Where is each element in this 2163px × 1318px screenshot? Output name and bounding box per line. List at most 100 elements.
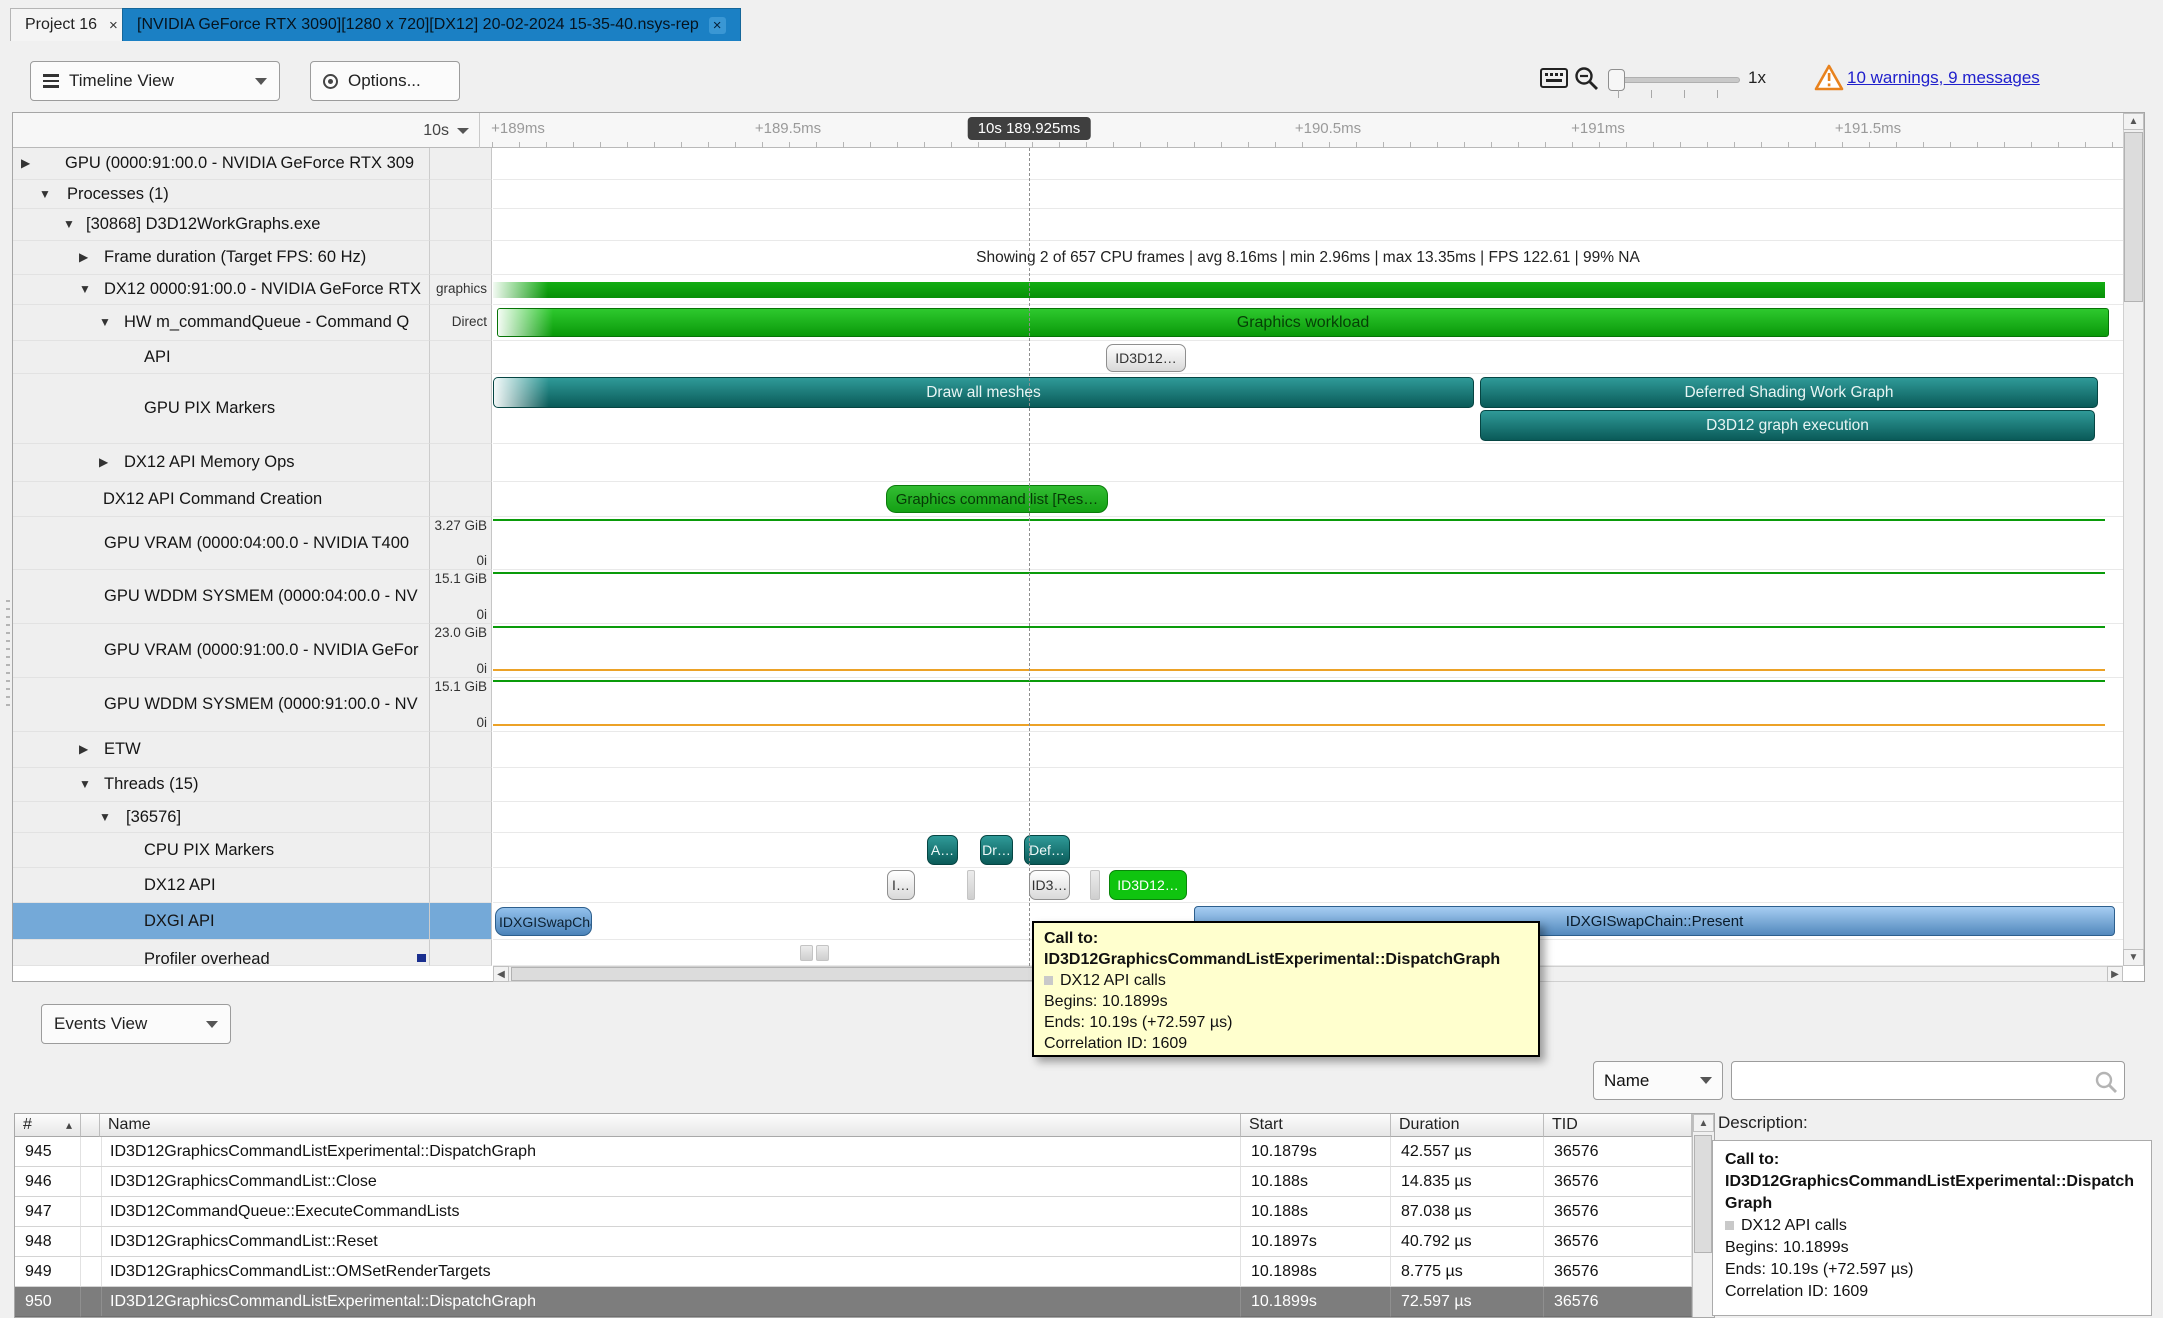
tree-row-gpu-vram-0000-04-00-0-nvidia-t[interactable]: GPU VRAM (0000:04:00.0 - NVIDIA T400 — [13, 517, 429, 570]
timeline-bar-a-[interactable]: A… — [927, 835, 958, 865]
table-row[interactable]: 945ID3D12GraphicsCommandListExperimental… — [15, 1137, 1692, 1167]
tree-row--30868-d3d12workgraphs-exe[interactable]: ▼[30868] D3D12WorkGraphs.exe — [13, 209, 429, 241]
events-scroll-up-icon[interactable]: ▲ — [1693, 1114, 1714, 1132]
timeline-row-track[interactable]: ID3D12… — [493, 341, 2123, 374]
tree-row-dxgi-api[interactable]: DXGI API — [13, 903, 429, 940]
timeline-bar[interactable] — [493, 282, 2105, 298]
tree-collapse-icon[interactable]: ▼ — [39, 187, 51, 201]
column-header-name[interactable]: Name — [100, 1114, 1241, 1137]
timeline-bar-def-[interactable]: Def… — [1024, 835, 1070, 865]
h-scroll-right-icon[interactable]: ▶ — [2107, 966, 2123, 982]
timeline-bar-graphics-workload[interactable]: Graphics workload — [497, 308, 2109, 337]
ruler-time-origin[interactable]: 10s — [13, 113, 480, 148]
timeline-row-track[interactable] — [493, 517, 2123, 570]
timeline-ruler[interactable]: 10s 10s 189.925ms +189ms+189.5ms+190.5ms… — [13, 113, 2144, 148]
tree-collapse-icon[interactable]: ▼ — [63, 217, 75, 231]
panel-drag-handle[interactable] — [6, 600, 10, 710]
timeline-row-track[interactable] — [493, 275, 2123, 305]
table-row[interactable]: 946ID3D12GraphicsCommandList::Close10.18… — [15, 1167, 1692, 1197]
tree-row-processes-1-[interactable]: ▼Processes (1) — [13, 180, 429, 209]
tree-row-threads-15-[interactable]: ▼Threads (15) — [13, 768, 429, 802]
tree-expand-icon[interactable]: ▶ — [79, 250, 88, 264]
timeline-bar-id3d12-[interactable]: ID3D12… — [1106, 344, 1186, 372]
table-row[interactable]: 950ID3D12GraphicsCommandListExperimental… — [15, 1287, 1692, 1317]
events-scrollbar-thumb[interactable] — [1694, 1135, 1712, 1253]
timeline-bar[interactable] — [967, 870, 975, 900]
v-scrollbar-thumb[interactable] — [2124, 132, 2143, 302]
options-button[interactable]: Options... — [310, 61, 460, 101]
table-row[interactable]: 947ID3D12CommandQueue::ExecuteCommandLis… — [15, 1197, 1692, 1227]
tree-row-dx12-0000-91-00-0-nvidia-gefor[interactable]: ▼DX12 0000:91:00.0 - NVIDIA GeForce RTX — [13, 275, 429, 305]
tree-row-etw[interactable]: ▶ETW — [13, 732, 429, 768]
v-scroll-up-icon[interactable]: ▲ — [2123, 113, 2144, 130]
tab-report[interactable]: [NVIDIA GeForce RTX 3090][1280 x 720][DX… — [122, 8, 741, 41]
timeline-bar-id3d12-[interactable]: ID3D12… — [1109, 870, 1187, 900]
timeline-row-track[interactable]: Graphics workload — [493, 305, 2123, 341]
tree-collapse-icon[interactable]: ▼ — [99, 315, 111, 329]
tree-row-dx12-api[interactable]: DX12 API — [13, 868, 429, 903]
tree-expand-icon[interactable]: ▶ — [21, 156, 30, 170]
timeline-bar-d3d12-graph-execution[interactable]: D3D12 graph execution — [1480, 410, 2095, 441]
timeline-row-track[interactable] — [493, 624, 2123, 678]
timeline-row-track[interactable]: Showing 2 of 657 CPU frames | avg 8.16ms… — [493, 241, 2123, 275]
zoom-slider-track[interactable] — [1612, 77, 1740, 83]
column-header-indent[interactable] — [81, 1114, 100, 1137]
column-header-duration[interactable]: Duration — [1391, 1114, 1544, 1137]
timeline-row-track[interactable]: I… ID3… ID3D12… — [493, 868, 2123, 903]
timeline-bar[interactable] — [816, 945, 829, 961]
timeline-row-track[interactable] — [493, 768, 2123, 802]
h-scroll-left-icon[interactable]: ◀ — [493, 966, 509, 982]
timeline-bar-deferred-shading-work-graph[interactable]: Deferred Shading Work Graph — [1480, 377, 2098, 408]
timeline-bar-dr-[interactable]: Dr… — [980, 835, 1013, 865]
tree-row-profiler-overhead[interactable]: Profiler overhead — [13, 940, 429, 966]
tree-row-gpu-vram-0000-91-00-0-nvidia-g[interactable]: GPU VRAM (0000:91:00.0 - NVIDIA GeFor — [13, 624, 429, 678]
keyboard-icon[interactable] — [1540, 68, 1568, 93]
timeline-row-track[interactable]: Draw all meshesDeferred Shading Work Gra… — [493, 374, 2123, 444]
tree-row-gpu-0000-91-00-0-nvidia-geforc[interactable]: ▶GPU (0000:91:00.0 - NVIDIA GeForce RTX … — [13, 148, 429, 180]
view-selector-dropdown[interactable]: Timeline View — [30, 61, 280, 101]
zoom-out-icon[interactable] — [1574, 66, 1600, 97]
tree-row-dx12-api-command-creation[interactable]: DX12 API Command Creation — [13, 482, 429, 517]
tree-row-gpu-pix-markers[interactable]: GPU PIX Markers — [13, 374, 429, 444]
timeline-row-track[interactable] — [493, 570, 2123, 624]
timeline-row-track[interactable] — [493, 209, 2123, 241]
events-v-scrollbar[interactable]: ▲ — [1692, 1114, 1714, 1317]
timeline-bar-id3-[interactable]: ID3… — [1029, 870, 1070, 900]
tree-row-cpu-pix-markers[interactable]: CPU PIX Markers — [13, 833, 429, 868]
events-view-dropdown[interactable]: Events View — [41, 1004, 231, 1044]
tree-expand-icon[interactable]: ▶ — [99, 455, 108, 469]
tree-row-dx12-api-memory-ops[interactable]: ▶DX12 API Memory Ops — [13, 444, 429, 482]
zoom-slider-handle[interactable] — [1608, 69, 1625, 91]
search-input[interactable] — [1738, 1064, 2088, 1097]
tree-row-frame-duration-target-fps-60-h[interactable]: ▶Frame duration (Target FPS: 60 Hz) — [13, 241, 429, 275]
timeline-bar-i-[interactable]: I… — [887, 870, 915, 900]
table-row[interactable]: 949ID3D12GraphicsCommandList::OMSetRende… — [15, 1257, 1692, 1287]
timeline-bar-idxgiswapchai-[interactable]: IDXGISwapChai… — [495, 907, 592, 936]
search-icon[interactable] — [2094, 1070, 2118, 1099]
tree-row-api[interactable]: API — [13, 341, 429, 374]
column-header-#[interactable]: #▴ — [15, 1114, 81, 1137]
timeline-row-track[interactable] — [493, 802, 2123, 833]
timeline-bar[interactable] — [1090, 870, 1100, 900]
timeline-row-track[interactable] — [493, 444, 2123, 482]
tree-row-gpu-wddm-sysmem-0000-04-00-0-n[interactable]: GPU WDDM SYSMEM (0000:04:00.0 - NV — [13, 570, 429, 624]
tree-collapse-icon[interactable]: ▼ — [79, 777, 91, 791]
column-header-start[interactable]: Start — [1241, 1114, 1391, 1137]
table-row[interactable]: 948ID3D12GraphicsCommandList::Reset10.18… — [15, 1227, 1692, 1257]
tree-row--36576-[interactable]: ▼[36576] — [13, 802, 429, 833]
timeline-row-track[interactable] — [493, 180, 2123, 209]
timeline-bar-graphics-command-list-res-[interactable]: Graphics command list [Res… — [886, 485, 1108, 513]
warnings-messages-link[interactable]: 10 warnings, 9 messages — [1847, 68, 2040, 88]
timeline-bar[interactable] — [800, 945, 813, 961]
tree-row-gpu-wddm-sysmem-0000-91-00-0-n[interactable]: GPU WDDM SYSMEM (0000:91:00.0 - NV — [13, 678, 429, 732]
tab-project-close-icon[interactable]: × — [107, 17, 120, 34]
timeline-row-track[interactable] — [493, 732, 2123, 768]
timeline-row-track[interactable]: Graphics command list [Res… — [493, 482, 2123, 517]
tab-report-close-icon[interactable]: × — [709, 17, 726, 34]
filter-field-dropdown[interactable]: Name — [1593, 1061, 1723, 1100]
tree-expand-icon[interactable]: ▶ — [79, 742, 88, 756]
tree-collapse-icon[interactable]: ▼ — [79, 282, 91, 296]
column-header-tid[interactable]: TID — [1544, 1114, 1692, 1137]
v-scroll-down-icon[interactable]: ▼ — [2123, 949, 2144, 966]
timeline-row-track[interactable] — [493, 678, 2123, 732]
